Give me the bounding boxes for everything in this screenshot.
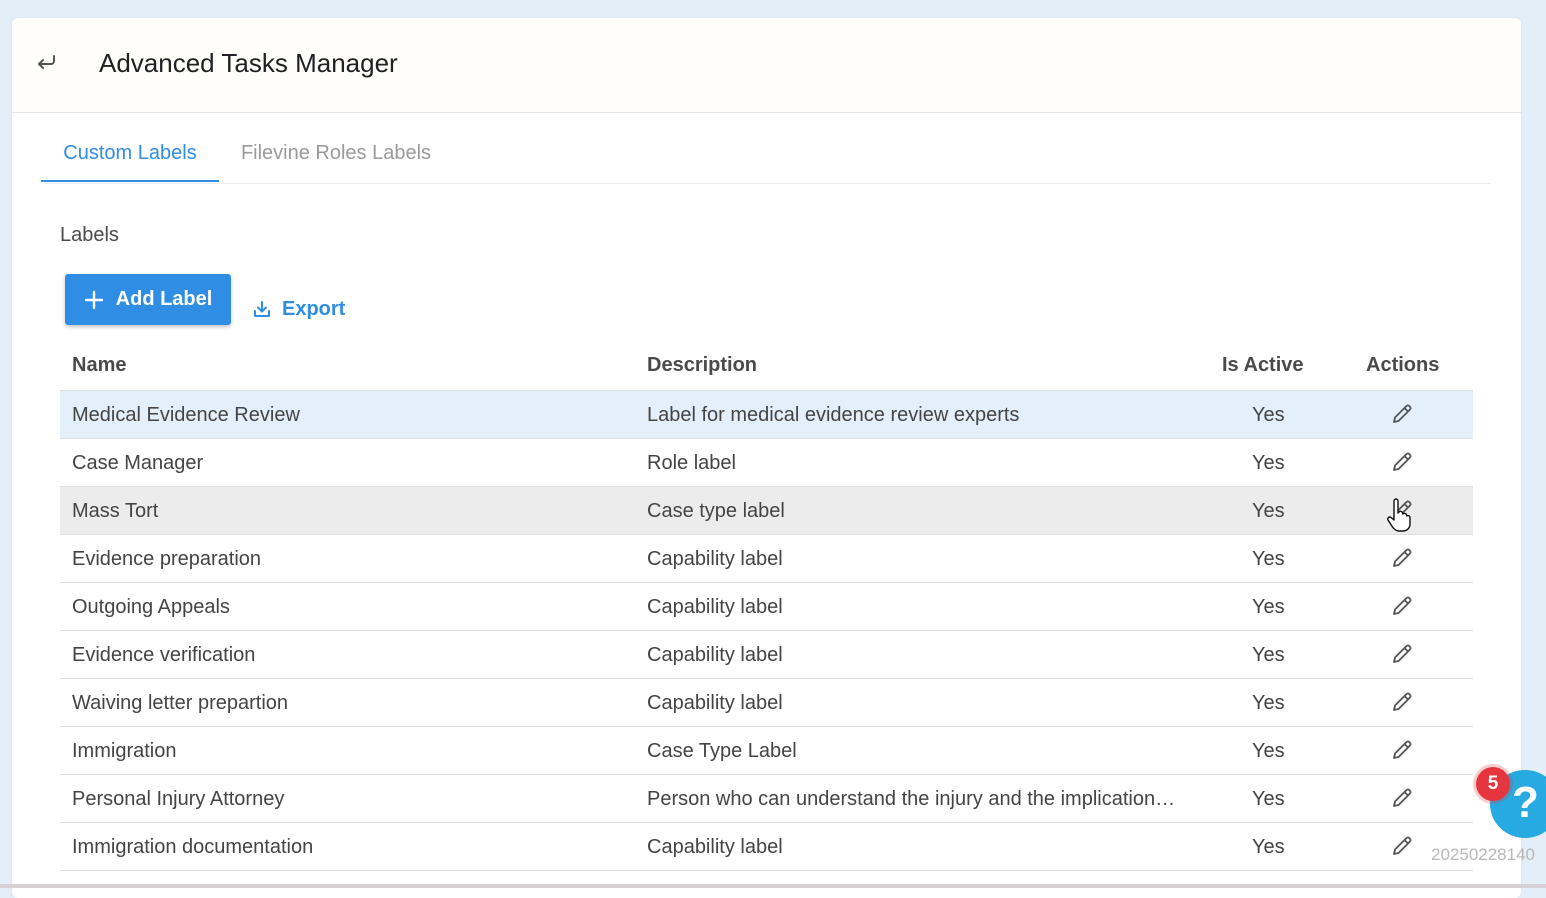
- table-row[interactable]: Personal Injury Attorney Person who can u…: [60, 775, 1473, 823]
- row-name: Case Manager: [72, 452, 204, 474]
- table-row[interactable]: Immigration Case Type Label Yes: [60, 727, 1473, 775]
- row-description: Person who can understand the injury and…: [647, 788, 1176, 810]
- table-row[interactable]: Evidence verification Capability label Yes: [60, 631, 1473, 679]
- row-name: Medical Evidence Review: [72, 404, 300, 426]
- row-is-active: Yes: [1252, 644, 1285, 666]
- row-is-active: Yes: [1252, 692, 1285, 714]
- tab-bar: Custom Labels Filevine Roles Labels: [41, 132, 1491, 184]
- row-description: Capability label: [647, 644, 783, 666]
- table-row[interactable]: Case Manager Role label Yes: [60, 439, 1473, 487]
- row-is-active: Yes: [1252, 452, 1285, 474]
- row-description: Label for medical evidence review expert…: [647, 404, 1020, 426]
- row-name: Personal Injury Attorney: [72, 788, 285, 810]
- add-label-text: Add Label: [115, 288, 213, 310]
- row-is-active: Yes: [1252, 404, 1285, 426]
- edit-pencil-icon[interactable]: [1390, 402, 1414, 426]
- row-is-active: Yes: [1252, 740, 1285, 762]
- row-description: Case Type Label: [647, 740, 797, 762]
- row-is-active: Yes: [1252, 836, 1285, 858]
- edit-pencil-icon[interactable]: [1390, 786, 1414, 810]
- export-text: Export: [282, 297, 346, 320]
- add-label-button[interactable]: Add Label: [65, 274, 231, 325]
- edit-pencil-icon[interactable]: [1390, 738, 1414, 762]
- table-row[interactable]: Outgoing Appeals Capability label Yes: [60, 583, 1473, 631]
- section-title: Labels: [60, 224, 119, 246]
- row-is-active: Yes: [1252, 548, 1285, 570]
- row-is-active: Yes: [1252, 788, 1285, 810]
- notification-badge: 5: [1476, 767, 1510, 801]
- row-is-active: Yes: [1252, 596, 1285, 618]
- column-header-actions: Actions: [1366, 354, 1440, 376]
- column-header-name[interactable]: Name: [72, 354, 126, 377]
- row-name: Evidence verification: [72, 644, 256, 666]
- main-card: Advanced Tasks Manager Custom Labels Fil…: [12, 18, 1521, 898]
- row-name: Waiving letter prepartion: [72, 692, 289, 714]
- hand-cursor-icon: [1387, 498, 1411, 532]
- row-is-active: Yes: [1252, 500, 1285, 522]
- row-description: Capability label: [647, 548, 783, 570]
- table-row[interactable]: Medical Evidence Review Label for medical…: [60, 391, 1473, 439]
- row-description: Case type label: [647, 500, 785, 522]
- labels-table: Name Description Is Active Actions Medic…: [60, 342, 1473, 871]
- table-row[interactable]: Mass Tort Case type label Yes: [60, 487, 1473, 535]
- bottom-divider: [0, 884, 1546, 888]
- export-button[interactable]: Export: [252, 296, 345, 322]
- row-name: Immigration documentation: [72, 836, 314, 858]
- tab-custom-labels[interactable]: Custom Labels: [41, 132, 219, 182]
- row-name: Outgoing Appeals: [72, 596, 230, 618]
- row-name: Evidence preparation: [72, 548, 262, 570]
- column-header-description[interactable]: Description: [647, 354, 757, 377]
- edit-pencil-icon[interactable]: [1390, 450, 1414, 474]
- row-description: Role label: [647, 452, 736, 474]
- back-arrow-icon[interactable]: [34, 50, 58, 74]
- table-body: Medical Evidence Review Label for medical…: [60, 391, 1473, 871]
- row-name: Mass Tort: [72, 500, 159, 522]
- page-title: Advanced Tasks Manager: [99, 48, 398, 78]
- table-row[interactable]: Evidence preparation Capability label Yes: [60, 535, 1473, 583]
- plus-icon: [84, 290, 103, 309]
- edit-pencil-icon[interactable]: [1390, 690, 1414, 714]
- page-header: Advanced Tasks Manager: [12, 18, 1521, 113]
- edit-pencil-icon[interactable]: [1390, 642, 1414, 666]
- row-description: Capability label: [647, 596, 783, 618]
- download-icon: [254, 301, 270, 317]
- column-header-is-active[interactable]: Is Active: [1222, 354, 1304, 377]
- table-row[interactable]: Waiving letter prepartion Capability labe…: [60, 679, 1473, 727]
- build-stamp: 20250228140: [1431, 845, 1536, 864]
- row-description: Capability label: [647, 836, 783, 858]
- edit-pencil-icon[interactable]: [1390, 834, 1414, 858]
- table-row[interactable]: Immigration documentation Capability labe…: [60, 823, 1473, 871]
- tab-filevine-roles-labels[interactable]: Filevine Roles Labels: [219, 132, 453, 180]
- edit-pencil-icon[interactable]: [1390, 546, 1414, 570]
- row-name: Immigration: [72, 740, 177, 762]
- table-header: Name Description Is Active Actions: [60, 342, 1473, 391]
- row-description: Capability label: [647, 692, 783, 714]
- edit-pencil-icon[interactable]: [1390, 594, 1414, 618]
- help-icon: ?: [1512, 778, 1539, 827]
